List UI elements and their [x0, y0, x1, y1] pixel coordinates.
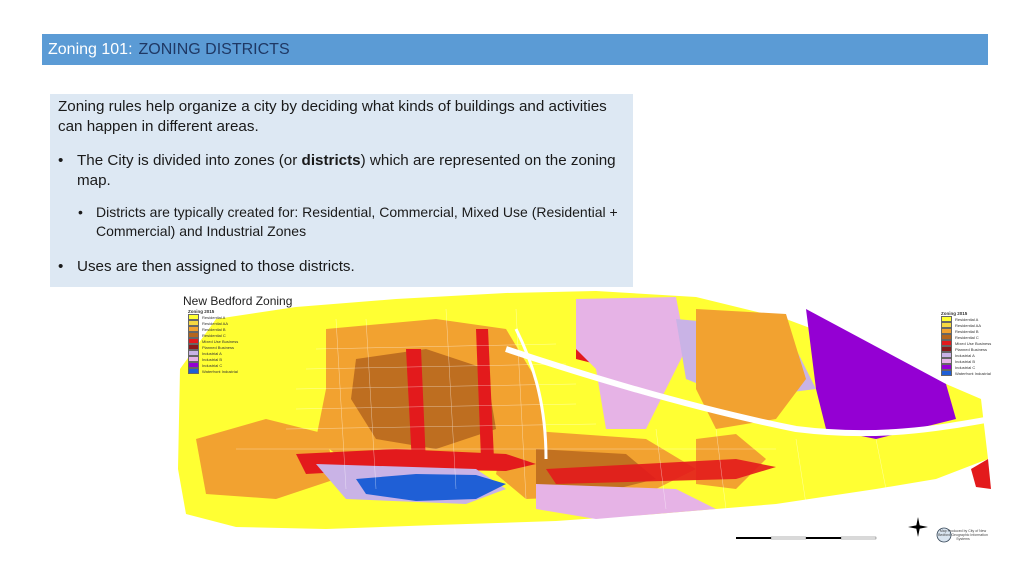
- intro-text: Zoning rules help organize a city by dec…: [58, 98, 607, 135]
- sub-bullet-types: • Districts are typically created for: R…: [78, 203, 625, 241]
- legend-label: Waterfront Industrial: [955, 370, 991, 376]
- legend-label: Industrial C: [202, 362, 223, 368]
- legend-label: Residential C: [955, 334, 979, 340]
- legend-rows: Residential A Residential AA Residential B…: [188, 314, 239, 375]
- legend-label: Industrial A: [955, 352, 975, 358]
- bullet-text: Uses are then assigned to those district…: [77, 258, 355, 275]
- north-arrow-icon: [908, 517, 928, 537]
- bullet-bold-word: districts: [301, 152, 361, 169]
- legend-rows: Residential A Residential AA Residential B…: [941, 316, 992, 377]
- legend-label: Mixed Use Business: [955, 340, 992, 346]
- legend-label: Industrial A: [202, 350, 222, 356]
- slide-title: ZONING DISTRICTS: [138, 40, 290, 58]
- legend-swatch: [941, 370, 952, 377]
- legend-label: Industrial C: [955, 364, 976, 370]
- map-legend-right: Zoning 2015 Residential A Residential AA R…: [941, 311, 992, 377]
- scale-bar: [736, 536, 877, 540]
- legend-label: Industrial B: [202, 356, 223, 362]
- industrial-c-area: [806, 309, 956, 439]
- zoning-map: New Bedford Zoning Zoning 2015 Residenti…: [176, 289, 994, 544]
- bullet-text: The City is divided into zones (or distr…: [77, 151, 625, 191]
- legend-label: Residential A: [955, 316, 979, 322]
- title-prefix: Zoning 101:: [48, 40, 133, 58]
- text-box: Zoning rules help organize a city by dec…: [50, 94, 633, 287]
- legend-item: Waterfront Industrial: [941, 370, 991, 377]
- sub-bullet-text: Districts are typically created for: Res…: [96, 204, 618, 239]
- legend-label: Waterfront Industrial: [202, 368, 238, 374]
- map-title: New Bedford Zoning: [183, 294, 293, 308]
- legend-label: Residential B: [955, 328, 979, 334]
- map-legend-left: Zoning 2015 Residential A Residential AA R…: [188, 309, 239, 375]
- map-credit: Map Produced by City of New Bedford Geog…: [938, 529, 988, 541]
- legend-label: Residential AA: [955, 322, 982, 328]
- bullet-uses: • Uses are then assigned to those distri…: [58, 257, 625, 277]
- bullet-glyph: •: [58, 258, 64, 275]
- bullet-text-part: The City is divided into zones (or: [77, 152, 302, 169]
- legend-label: Residential AA: [202, 320, 229, 326]
- legend-label: Mixed Use Business: [202, 338, 239, 344]
- title-bar: Zoning 101: ZONING DISTRICTS: [42, 34, 988, 65]
- zoning-map-graphic: [178, 291, 992, 543]
- legend-label: Planned Business: [955, 346, 988, 352]
- legend-label: Planned Business: [202, 344, 235, 350]
- bullet-glyph: •: [58, 152, 64, 169]
- legend-label: Industrial B: [955, 358, 976, 364]
- legend-label: Residential C: [202, 332, 226, 338]
- legend-label: Residential A: [202, 314, 226, 320]
- bullet-districts: • The City is divided into zones (or dis…: [58, 151, 625, 191]
- legend-item: Waterfront Industrial: [188, 368, 238, 375]
- legend-swatch: [188, 368, 199, 375]
- bullet-glyph: •: [78, 204, 83, 220]
- legend-label: Residential B: [202, 326, 226, 332]
